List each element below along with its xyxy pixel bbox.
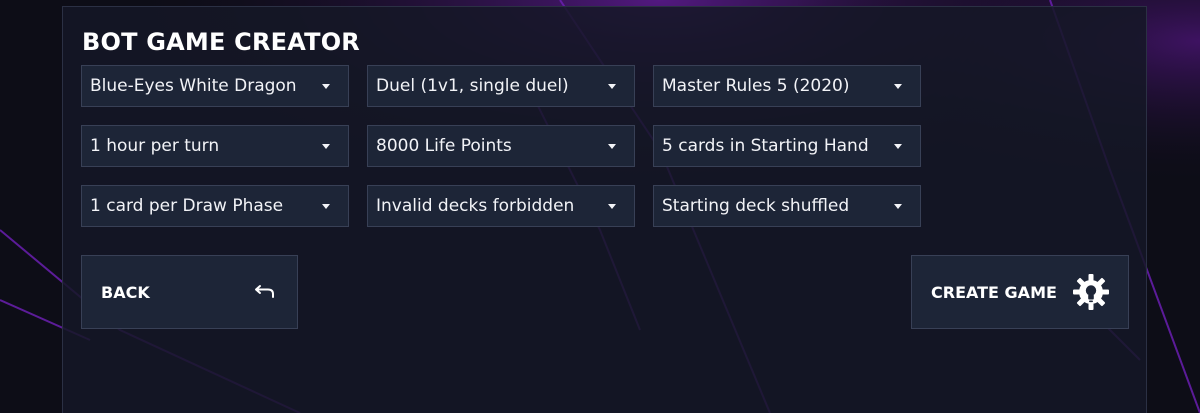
caret-down-icon [322, 203, 330, 209]
create-game-button-label: CREATE GAME [931, 282, 1057, 302]
gear-bulb-icon [1072, 273, 1110, 311]
life-points-select[interactable]: 8000 Life Points [367, 125, 635, 167]
page-title: BOT GAME CREATOR [82, 28, 360, 56]
duel-mode-select[interactable]: Duel (1v1, single duel) [367, 65, 635, 107]
caret-down-icon [608, 83, 616, 89]
turn-time-select-value: 1 hour per turn [90, 136, 220, 156]
deck-validation-select-value: Invalid decks forbidden [376, 196, 575, 216]
caret-down-icon [894, 143, 902, 149]
deck-select-value: Blue-Eyes White Dragon [90, 76, 297, 96]
duel-mode-select-value: Duel (1v1, single duel) [376, 76, 569, 96]
rules-select[interactable]: Master Rules 5 (2020) [653, 65, 921, 107]
caret-down-icon [894, 83, 902, 89]
shuffle-select[interactable]: Starting deck shuffled [653, 185, 921, 227]
turn-time-select[interactable]: 1 hour per turn [81, 125, 349, 167]
caret-down-icon [894, 203, 902, 209]
caret-down-icon [608, 143, 616, 149]
draw-phase-select[interactable]: 1 card per Draw Phase [81, 185, 349, 227]
back-button[interactable]: BACK [81, 255, 298, 329]
draw-phase-select-value: 1 card per Draw Phase [90, 196, 284, 216]
starting-hand-select-value: 5 cards in Starting Hand [662, 136, 869, 156]
rules-select-value: Master Rules 5 (2020) [662, 76, 850, 96]
life-points-select-value: 8000 Life Points [376, 136, 512, 156]
caret-down-icon [608, 203, 616, 209]
deck-select[interactable]: Blue-Eyes White Dragon [81, 65, 349, 107]
back-button-label: BACK [101, 282, 150, 302]
caret-down-icon [322, 83, 330, 89]
deck-validation-select[interactable]: Invalid decks forbidden [367, 185, 635, 227]
starting-hand-select[interactable]: 5 cards in Starting Hand [653, 125, 921, 167]
return-arrow-icon [253, 284, 277, 300]
caret-down-icon [322, 143, 330, 149]
shuffle-select-value: Starting deck shuffled [662, 196, 850, 216]
create-game-button[interactable]: CREATE GAME [911, 255, 1129, 329]
